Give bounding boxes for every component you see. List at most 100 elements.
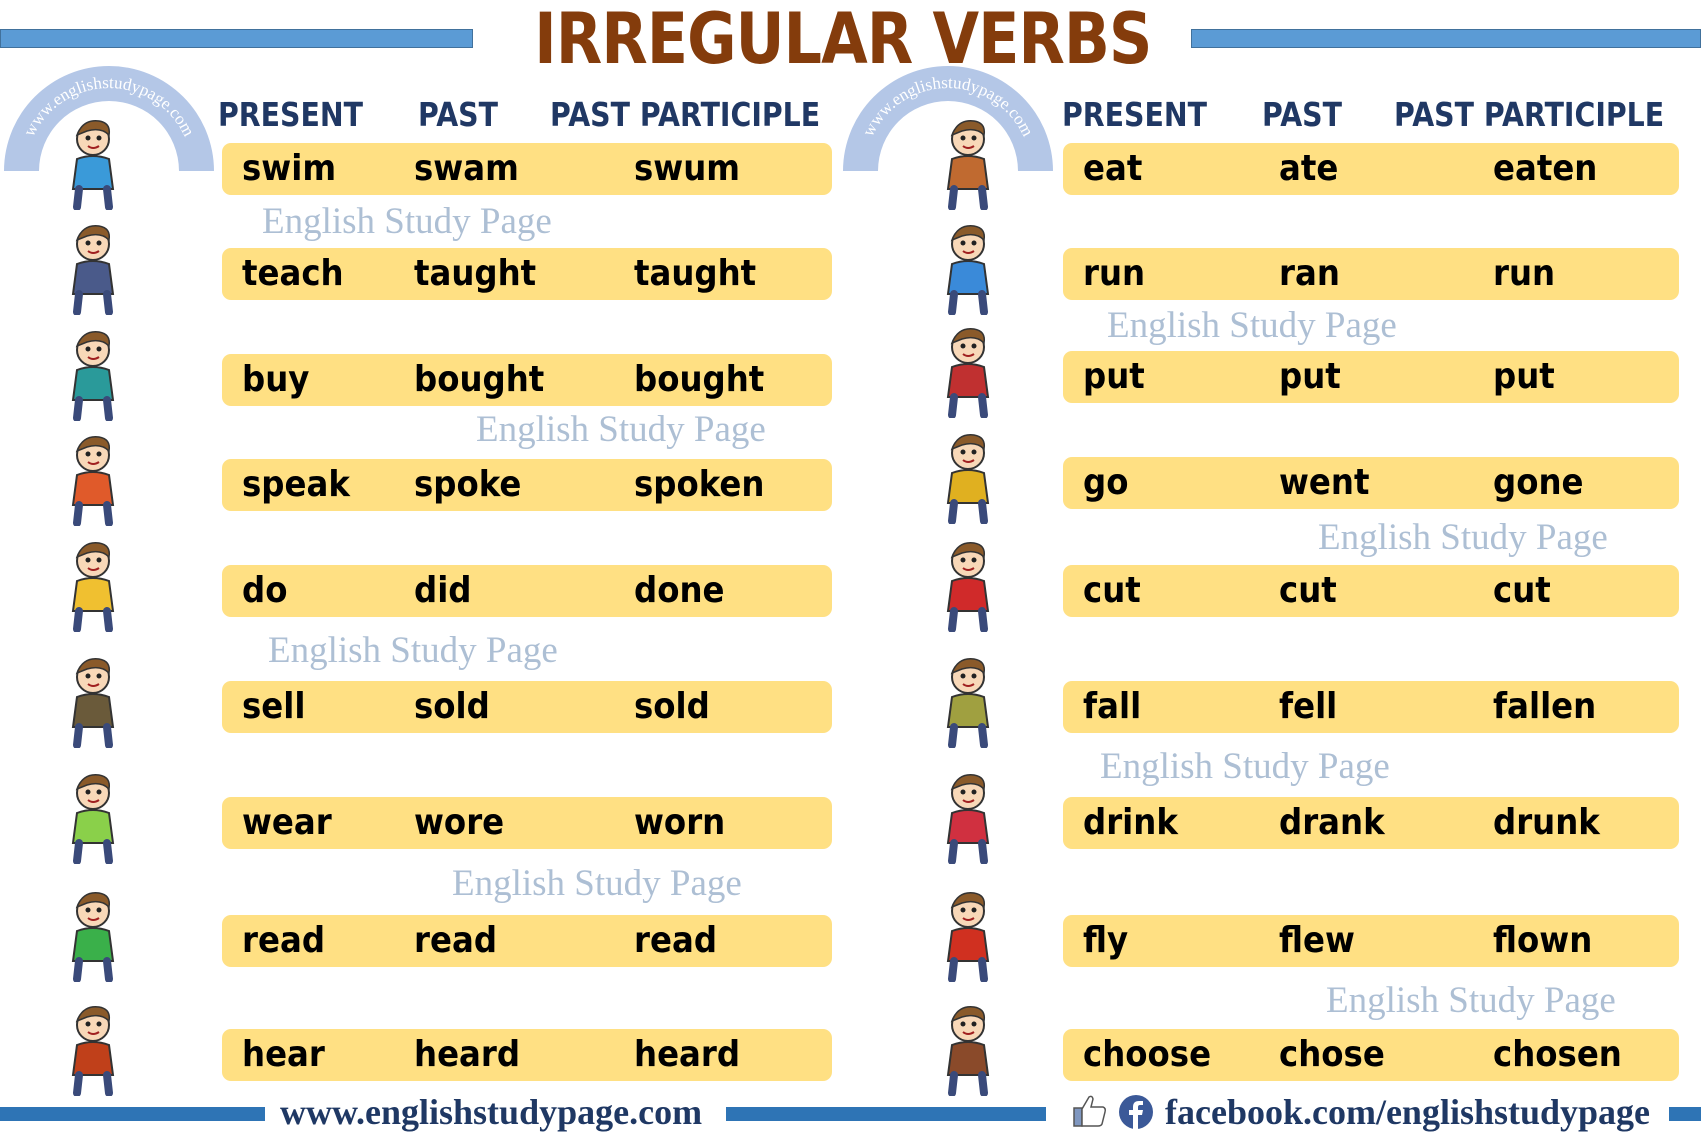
footer-bar-right (1669, 1107, 1701, 1121)
verb-participle: chosen (1493, 1034, 1622, 1075)
verb-present: cut (1083, 570, 1141, 611)
travelling-couple-icon (903, 429, 1033, 524)
verb-participle: run (1493, 253, 1556, 294)
thumbs-up-icon (1072, 1093, 1108, 1133)
verb-participle: spoken (634, 464, 765, 505)
facebook-icon (1118, 1094, 1154, 1134)
watermark-text: English Study Page (268, 630, 558, 671)
verb-row: hear heard heard (222, 1029, 832, 1081)
verb-row: sell sold sold (222, 681, 832, 733)
verb-past: drank (1279, 802, 1385, 843)
verb-past: cut (1279, 570, 1337, 611)
verb-participle: heard (634, 1034, 741, 1075)
verb-present: read (242, 920, 326, 961)
watermark-text: English Study Page (262, 201, 552, 242)
verb-participle: drunk (1493, 802, 1600, 843)
speaking-girl-icon (28, 431, 158, 526)
verb-present: sell (242, 686, 306, 727)
verb-participle: worn (634, 802, 726, 843)
verb-past: fell (1279, 686, 1338, 727)
verb-row: choose chose chosen (1063, 1029, 1679, 1081)
column-header-past-left: PAST (418, 95, 498, 134)
watermark-text: English Study Page (1107, 305, 1397, 346)
facebook-link[interactable]: facebook.com/englishstudypage (1165, 1092, 1650, 1132)
verb-row: put put put (1063, 351, 1679, 403)
verb-row: do did done (222, 565, 832, 617)
falling-boy-icon (903, 653, 1033, 748)
verb-participle: cut (1493, 570, 1551, 611)
verb-participle: sold (634, 686, 710, 727)
verb-row: swim swam swum (222, 143, 832, 195)
verb-present: teach (242, 253, 344, 294)
verb-past: bought (414, 359, 545, 400)
watermark-text: English Study Page (452, 863, 742, 904)
verb-present: hear (242, 1034, 325, 1075)
verb-row: fall fell fallen (1063, 681, 1679, 733)
verb-row: speak spoke spoken (222, 459, 832, 511)
page-title: IRREGULAR VERBS (534, 0, 1152, 80)
verb-past: swam (414, 148, 519, 189)
watermark-text: English Study Page (1318, 517, 1608, 558)
drinking-boy-icon (903, 769, 1033, 864)
verb-present: wear (242, 802, 332, 843)
watermark-text: English Study Page (1100, 746, 1390, 787)
toy-box-boy-icon (903, 323, 1033, 418)
shopping-cart-icon (28, 326, 158, 421)
verb-present: speak (242, 464, 350, 505)
verb-past: heard (414, 1034, 521, 1075)
footer-bar-middle (726, 1107, 1046, 1121)
apple-seller-icon (28, 653, 158, 748)
verb-participle: fallen (1493, 686, 1597, 727)
verb-present: buy (242, 359, 310, 400)
verb-participle: read (634, 920, 718, 961)
verb-present: fly (1083, 920, 1129, 961)
verb-present: do (242, 570, 288, 611)
verb-participle: eaten (1493, 148, 1598, 189)
studying-boy-icon (28, 537, 158, 632)
girl-with-dresses-icon (28, 769, 158, 864)
verb-participle: put (1493, 356, 1555, 397)
verb-participle: bought (634, 359, 765, 400)
verb-present: drink (1083, 802, 1178, 843)
teacher-icon (28, 220, 158, 315)
verb-past: chose (1279, 1034, 1385, 1075)
verb-past: read (414, 920, 498, 961)
header-bar-right (1191, 29, 1701, 48)
verb-row: buy bought bought (222, 354, 832, 406)
verb-past: ate (1279, 148, 1339, 189)
website-link[interactable]: www.englishstudypage.com (280, 1092, 702, 1132)
column-header-present-right: PRESENT (1062, 95, 1207, 134)
column-header-participle-right: PAST PARTICIPLE (1394, 95, 1665, 134)
verb-past: wore (414, 802, 505, 843)
verb-row: go went gone (1063, 457, 1679, 509)
verb-participle: done (634, 570, 725, 611)
column-header-past-right: PAST (1262, 95, 1342, 134)
watermark-text: English Study Page (476, 409, 766, 450)
running-boy-icon (903, 220, 1033, 315)
verb-row: wear wore worn (222, 797, 832, 849)
verb-present: choose (1083, 1034, 1212, 1075)
verb-past: taught (414, 253, 537, 294)
verb-participle: flown (1493, 920, 1593, 961)
verb-row: teach taught taught (222, 248, 832, 300)
verb-participle: gone (1493, 462, 1584, 503)
verb-present: fall (1083, 686, 1142, 727)
big-ear-man-icon (28, 1001, 158, 1096)
verb-past: went (1279, 462, 1370, 503)
verb-present: swim (242, 148, 337, 189)
verb-present: run (1083, 253, 1146, 294)
verb-present: go (1083, 462, 1129, 503)
eating-boy-icon (903, 115, 1033, 210)
scissors-ribbon-icon (903, 537, 1033, 632)
verb-row: cut cut cut (1063, 565, 1679, 617)
swimmer-icon (28, 115, 158, 210)
column-header-present-left: PRESENT (218, 95, 363, 134)
reading-boy-icon (28, 887, 158, 982)
verb-past: ran (1279, 253, 1340, 294)
verb-present: put (1083, 356, 1145, 397)
verb-past: flew (1279, 920, 1355, 961)
footer-bar-left (0, 1107, 265, 1121)
verb-row: eat ate eaten (1063, 143, 1679, 195)
verb-row: fly flew flown (1063, 915, 1679, 967)
verb-row: read read read (222, 915, 832, 967)
